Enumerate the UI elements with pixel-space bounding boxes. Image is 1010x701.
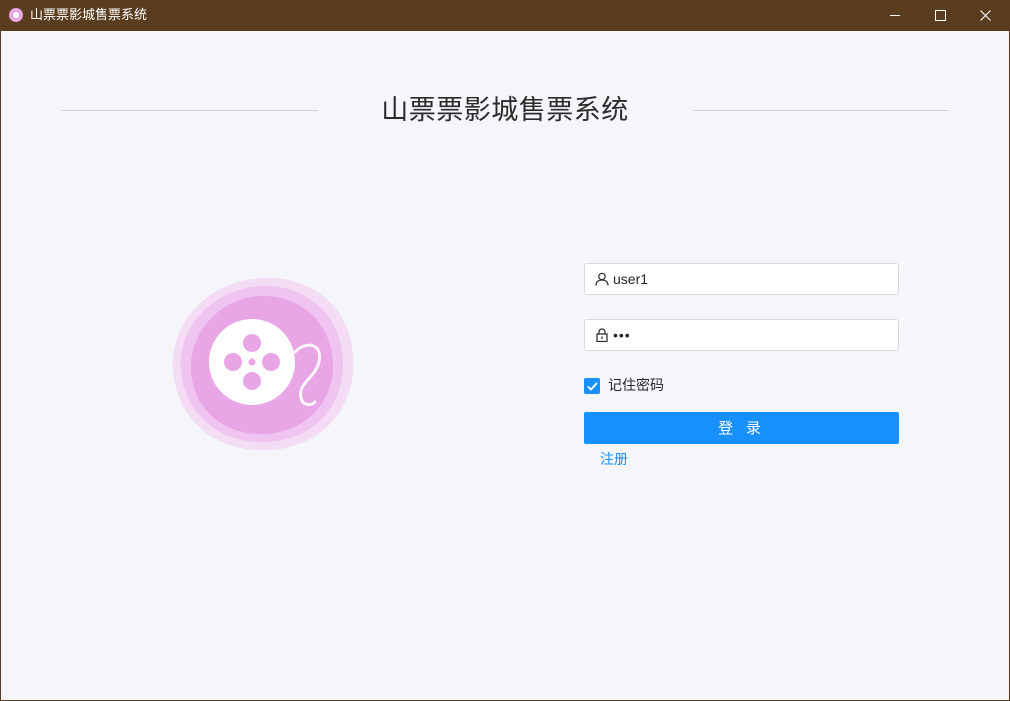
maximize-button[interactable] <box>917 0 963 31</box>
minimize-icon <box>889 15 900 16</box>
user-icon <box>595 272 609 286</box>
register-link[interactable]: 注册 <box>600 450 628 470</box>
username-field[interactable] <box>584 263 899 295</box>
check-icon <box>586 381 598 391</box>
remember-checkbox[interactable] <box>584 378 600 394</box>
login-button[interactable]: 登 录 <box>584 412 899 444</box>
title-bar[interactable]: 山票票影城售票系统 <box>0 0 1010 31</box>
film-reel-logo <box>172 277 354 451</box>
login-page: 山票票影城售票系统 user1 ••• 记住密码 登 录 注册 <box>1 31 1009 700</box>
title-divider-right <box>693 110 949 111</box>
lock-icon <box>596 328 608 342</box>
remember-password[interactable]: 记住密码 <box>584 376 664 396</box>
close-icon <box>979 10 991 21</box>
username-input[interactable] <box>613 264 893 294</box>
page-title: 山票票影城售票系统 <box>381 95 629 126</box>
minimize-button[interactable] <box>872 0 918 31</box>
film-reel-icon <box>9 8 23 22</box>
close-button[interactable] <box>962 0 1008 31</box>
password-field[interactable] <box>584 319 899 351</box>
password-input[interactable] <box>613 320 893 350</box>
remember-label: 记住密码 <box>608 378 664 394</box>
maximize-icon <box>934 10 946 21</box>
app-window: 山票票影城售票系统 山票票影城售票系统 user1 ••• 记住密码 登 录 注… <box>0 0 1010 701</box>
window-title: 山票票影城售票系统 <box>30 8 148 23</box>
